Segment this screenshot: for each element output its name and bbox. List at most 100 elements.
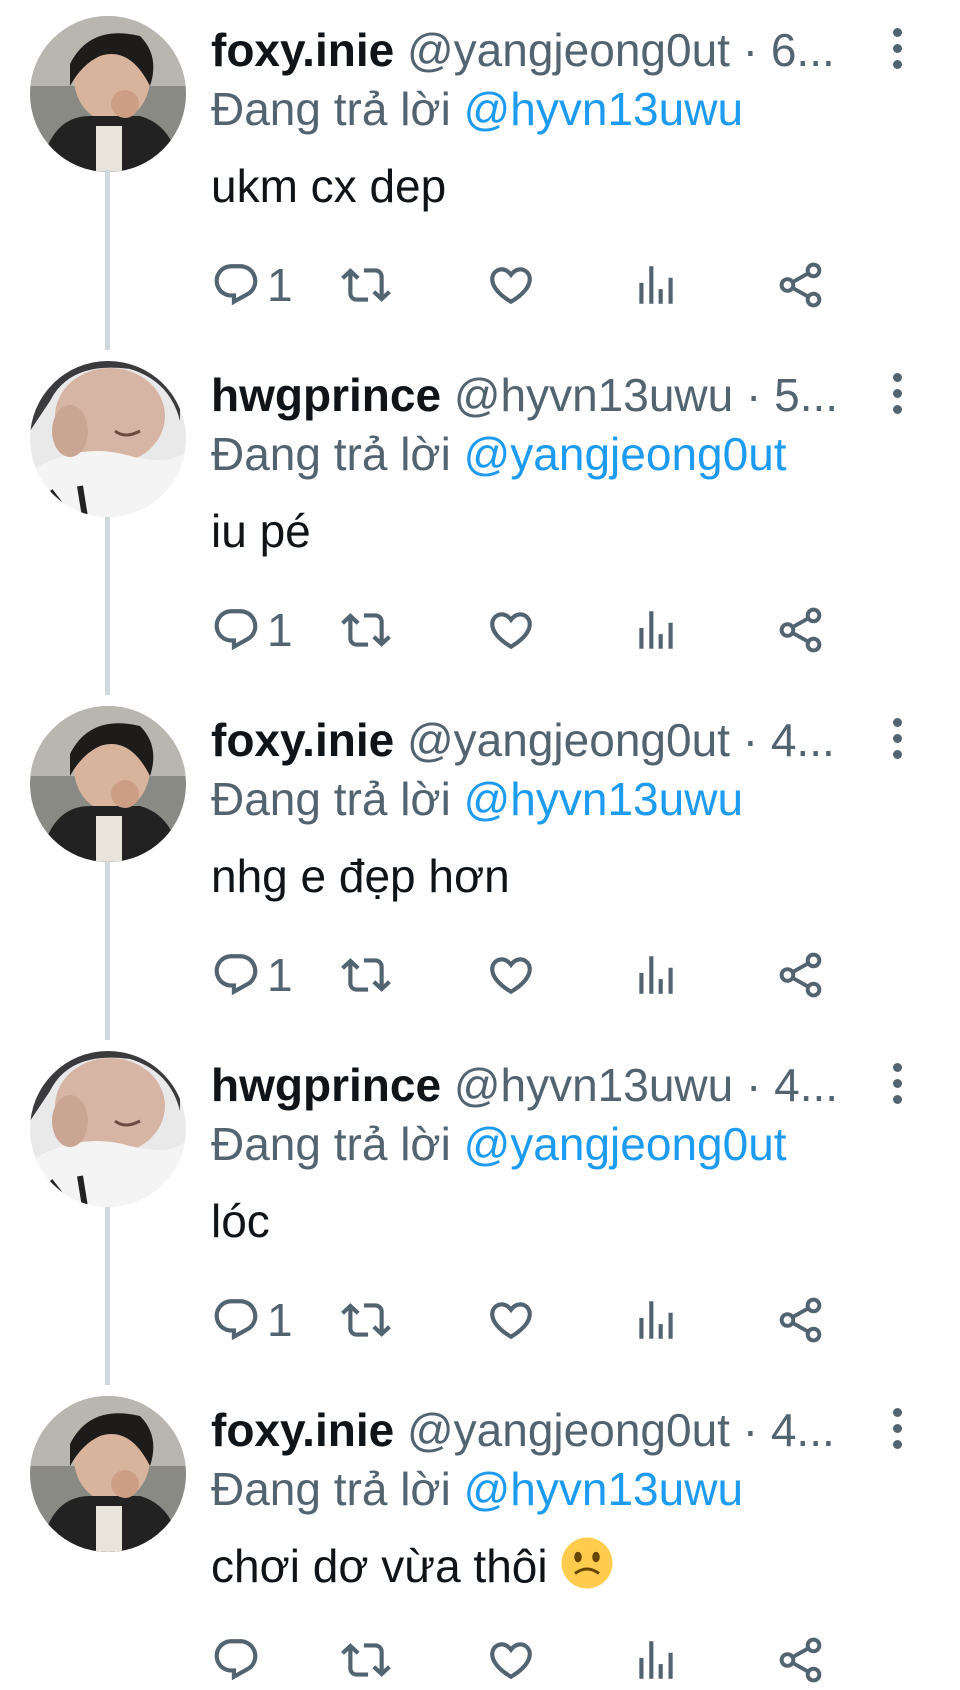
reply-button[interactable]: 1 xyxy=(211,945,293,1005)
retweet-icon xyxy=(341,268,391,302)
tweet-actions: 1 xyxy=(211,600,911,660)
like-button[interactable] xyxy=(486,600,536,660)
more-icon[interactable] xyxy=(885,718,909,762)
reply-count: 1 xyxy=(267,1294,293,1346)
more-icon[interactable] xyxy=(885,373,909,417)
heart-icon xyxy=(490,1642,532,1680)
heart-icon xyxy=(490,957,532,995)
separator-dot: · xyxy=(742,1404,759,1456)
heart-icon xyxy=(490,267,532,305)
replying-to: Đang trả lời @hyvn13uwu xyxy=(211,1459,743,1519)
reply-thread: foxy.inie @yangjeong0ut · 6... Đang trả … xyxy=(0,0,960,1688)
like-button[interactable] xyxy=(486,1630,536,1690)
user-handle[interactable]: @yangjeong0ut xyxy=(407,714,730,766)
display-name[interactable]: hwgprince xyxy=(211,1059,441,1111)
upside-down-face-emoji xyxy=(561,1537,613,1589)
display-name[interactable]: foxy.inie xyxy=(211,714,394,766)
avatar[interactable] xyxy=(30,1051,186,1207)
display-name[interactable]: foxy.inie xyxy=(211,24,394,76)
retweet-button[interactable] xyxy=(341,1290,391,1350)
replying-to-handle[interactable]: @hyvn13uwu xyxy=(464,83,743,135)
avatar-photo xyxy=(30,361,186,517)
avatar-photo xyxy=(30,1396,186,1552)
thread-connector-line xyxy=(105,1207,110,1385)
views-button[interactable] xyxy=(631,945,681,1005)
avatar-photo xyxy=(30,706,186,862)
more-icon[interactable] xyxy=(885,1063,909,1107)
user-handle[interactable]: @yangjeong0ut xyxy=(407,24,730,76)
tweet-header: foxy.inie @yangjeong0ut · 4... xyxy=(211,710,871,770)
avatar[interactable] xyxy=(30,361,186,517)
avatar[interactable] xyxy=(30,706,186,862)
avatar[interactable] xyxy=(30,1396,186,1552)
reply-count: 1 xyxy=(267,949,293,1001)
retweet-icon xyxy=(341,1643,391,1677)
views-button[interactable] xyxy=(631,1630,681,1690)
user-handle[interactable]: @hyvn13uwu xyxy=(454,1059,733,1111)
views-button[interactable] xyxy=(631,600,681,660)
retweet-button[interactable] xyxy=(341,255,391,315)
retweet-button[interactable] xyxy=(341,1630,391,1690)
share-button[interactable] xyxy=(776,255,826,315)
more-icon[interactable] xyxy=(885,28,909,72)
share-icon xyxy=(779,1637,822,1683)
tweet[interactable]: foxy.inie @yangjeong0ut · 4... Đang trả … xyxy=(0,1380,960,1688)
retweet-button[interactable] xyxy=(341,600,391,660)
tweet-text: lóc xyxy=(211,1195,270,1247)
tweet[interactable]: foxy.inie @yangjeong0ut · 4... Đang trả … xyxy=(0,690,960,1040)
share-button[interactable] xyxy=(776,945,826,1005)
tweet[interactable]: hwgprince @hyvn13uwu · 4... Đang trả lời… xyxy=(0,1035,960,1385)
share-button[interactable] xyxy=(776,1630,826,1690)
like-button[interactable] xyxy=(486,1290,536,1350)
heart-icon xyxy=(490,1302,532,1340)
user-handle[interactable]: @hyvn13uwu xyxy=(454,369,733,421)
retweet-button[interactable] xyxy=(341,945,391,1005)
share-button[interactable] xyxy=(776,600,826,660)
views-icon xyxy=(639,611,673,649)
replying-to-handle[interactable]: @hyvn13uwu xyxy=(464,1463,743,1515)
reply-icon xyxy=(214,609,258,651)
avatar[interactable] xyxy=(30,16,186,172)
user-handle[interactable]: @yangjeong0ut xyxy=(407,1404,730,1456)
views-button[interactable] xyxy=(631,255,681,315)
retweet-icon xyxy=(341,958,391,992)
reply-count: 1 xyxy=(267,604,293,656)
avatar-photo xyxy=(30,16,186,172)
more-icon[interactable] xyxy=(885,1408,909,1452)
reply-button[interactable]: 1 xyxy=(211,255,293,315)
reply-icon xyxy=(214,954,258,996)
display-name[interactable]: hwgprince xyxy=(211,369,441,421)
tweet-text: chơi dơ vừa thôi xyxy=(211,1540,548,1592)
retweet-icon xyxy=(341,613,391,647)
tweet-actions: 1 xyxy=(211,945,911,1005)
reply-button[interactable]: 1 xyxy=(211,600,293,660)
reply-icon xyxy=(214,1639,258,1681)
timestamp[interactable]: 5... xyxy=(774,369,838,421)
retweet-icon xyxy=(341,1303,391,1337)
reply-button[interactable]: 1 xyxy=(211,1290,293,1350)
reply-button[interactable] xyxy=(211,1630,267,1690)
tweet-text: iu pé xyxy=(211,505,311,557)
separator-dot: · xyxy=(742,24,759,76)
timestamp[interactable]: 4... xyxy=(774,1059,838,1111)
replying-to-label: Đang trả lời xyxy=(211,1463,451,1515)
replying-to: Đang trả lời @yangjeong0ut xyxy=(211,1114,787,1174)
views-button[interactable] xyxy=(631,1290,681,1350)
replying-to-handle[interactable]: @yangjeong0ut xyxy=(464,428,787,480)
tweet[interactable]: foxy.inie @yangjeong0ut · 6... Đang trả … xyxy=(0,0,960,350)
views-icon xyxy=(639,1641,673,1679)
reply-icon xyxy=(214,1299,258,1341)
tweet-actions: 1 xyxy=(211,1290,911,1350)
timestamp[interactable]: 4... xyxy=(771,1404,835,1456)
like-button[interactable] xyxy=(486,255,536,315)
replying-to-handle[interactable]: @yangjeong0ut xyxy=(464,1118,787,1170)
tweet[interactable]: hwgprince @hyvn13uwu · 5... Đang trả lời… xyxy=(0,170,960,695)
share-button[interactable] xyxy=(776,1290,826,1350)
replying-to-handle[interactable]: @hyvn13uwu xyxy=(464,773,743,825)
display-name[interactable]: foxy.inie xyxy=(211,1404,394,1456)
like-button[interactable] xyxy=(486,945,536,1005)
replying-to: Đang trả lời @hyvn13uwu xyxy=(211,79,743,139)
thread-connector-line xyxy=(105,517,110,695)
timestamp[interactable]: 4... xyxy=(771,714,835,766)
timestamp[interactable]: 6... xyxy=(771,24,835,76)
